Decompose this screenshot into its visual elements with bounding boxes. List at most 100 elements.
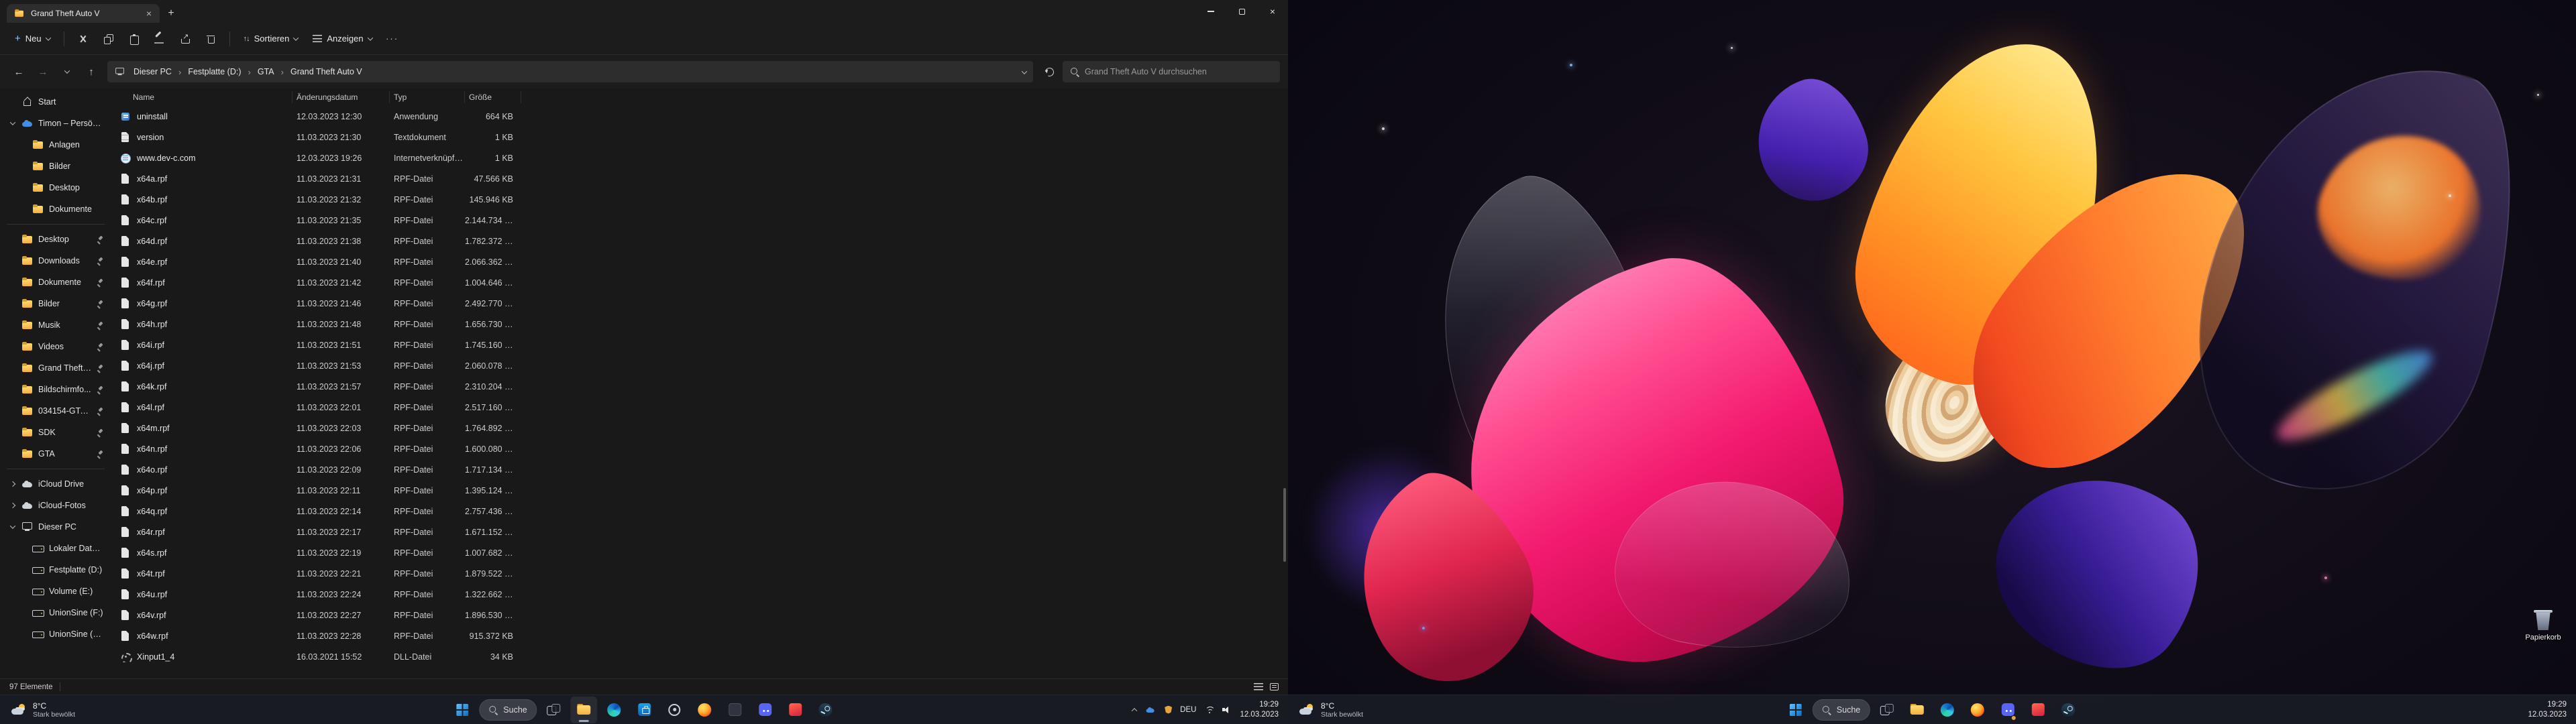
sidebar-item-bildschirmfo[interactable]: Bildschirmfo...: [3, 379, 109, 400]
sidebar-item-timon-pers-n[interactable]: Timon – Persön...: [3, 113, 109, 134]
details-view-button[interactable]: [1254, 683, 1263, 691]
file-row-x64h-rpf[interactable]: x64h.rpf11.03.2023 21:48RPF-Datei1.656.7…: [117, 314, 1288, 335]
explorer-search-input[interactable]: [1085, 67, 1272, 76]
view-button[interactable]: Anzeigen: [306, 29, 378, 48]
taskbar-app-explorer[interactable]: [571, 697, 598, 723]
breadcrumb-dieser-pc[interactable]: Dieser PC: [129, 64, 176, 79]
sidebar-item-unionsine-f[interactable]: UnionSine (F:): [3, 602, 109, 623]
file-row-version[interactable]: version11.03.2023 21:30Textdokument1 KB: [117, 127, 1288, 147]
file-row-x64w-rpf[interactable]: x64w.rpf11.03.2023 22:28RPF-Datei915.372…: [117, 625, 1288, 646]
taskbar-clock[interactable]: 19:29 12.03.2023: [1240, 700, 1279, 720]
start-button[interactable]: [1782, 697, 1809, 723]
file-row-x64a-rpf[interactable]: x64a.rpf11.03.2023 21:31RPF-Datei47.566 …: [117, 168, 1288, 189]
taskbar-app-task-view[interactable]: [541, 697, 568, 723]
share-button[interactable]: [173, 27, 197, 51]
chevron-down-icon[interactable]: [8, 525, 17, 529]
file-row-x64g-rpf[interactable]: x64g.rpf11.03.2023 21:46RPF-Datei2.492.7…: [117, 293, 1288, 314]
sidebar-item-grand-theft[interactable]: Grand Theft ...: [3, 357, 109, 379]
file-row-x64d-rpf[interactable]: x64d.rpf11.03.2023 21:38RPF-Datei1.782.3…: [117, 231, 1288, 251]
file-row-x64q-rpf[interactable]: x64q.rpf11.03.2023 22:14RPF-Datei2.757.4…: [117, 501, 1288, 522]
file-row-x64j-rpf[interactable]: x64j.rpf11.03.2023 21:53RPF-Datei2.060.0…: [117, 355, 1288, 376]
file-row-x64m-rpf[interactable]: x64m.rpf11.03.2023 22:03RPF-Datei1.764.8…: [117, 418, 1288, 438]
taskbar-app-task-view[interactable]: [1874, 697, 1900, 723]
taskbar-weather[interactable]: 8°C Stark bewölkt: [1295, 700, 1367, 720]
onedrive-tray-icon[interactable]: [1146, 705, 1155, 714]
back-button[interactable]: ←: [8, 61, 30, 82]
address-bar[interactable]: Dieser PC›Festplatte (D:)›GTA›Grand Thef…: [107, 61, 1033, 82]
recycle-bin[interactable]: Papierkorb: [2521, 609, 2565, 642]
address-dropdown-button[interactable]: [1022, 67, 1026, 76]
breadcrumb-grand-theft-auto-v[interactable]: Grand Theft Auto V: [286, 64, 367, 79]
close-button[interactable]: ×: [1257, 0, 1288, 23]
recent-locations-button[interactable]: [56, 61, 78, 82]
security-tray-icon[interactable]: [1165, 706, 1172, 714]
taskbar-app-settings[interactable]: [661, 697, 688, 723]
taskbar-clock[interactable]: 19:29 12.03.2023: [2528, 700, 2567, 720]
file-row-www-dev-c-com[interactable]: www.dev-c.com12.03.2023 19:26Internetver…: [117, 147, 1288, 168]
tab-close-icon[interactable]: ×: [145, 8, 153, 19]
new-button[interactable]: + Neu: [8, 28, 57, 49]
file-row-x64s-rpf[interactable]: x64s.rpf11.03.2023 22:19RPF-Datei1.007.6…: [117, 542, 1288, 563]
file-row-x64e-rpf[interactable]: x64e.rpf11.03.2023 21:40RPF-Datei2.066.3…: [117, 251, 1288, 272]
sidebar-item-bilder[interactable]: Bilder: [3, 293, 109, 314]
explorer-tab[interactable]: Grand Theft Auto V ×: [7, 4, 160, 23]
taskbar-app-app-dark[interactable]: [722, 697, 749, 723]
refresh-button[interactable]: [1038, 61, 1060, 82]
file-row-x64n-rpf[interactable]: x64n.rpf11.03.2023 22:06RPF-Datei1.600.0…: [117, 438, 1288, 459]
taskbar-app-app-red[interactable]: [782, 697, 809, 723]
chevron-right-icon[interactable]: [8, 482, 17, 486]
breadcrumb-gta[interactable]: GTA: [253, 64, 279, 79]
chevron-right-icon[interactable]: [8, 503, 17, 507]
volume-icon[interactable]: [1222, 706, 1232, 714]
sidebar-item-034154-gta[interactable]: 034154-GTA ...: [3, 400, 109, 422]
sidebar-item-bilder[interactable]: Bilder: [3, 156, 109, 177]
sidebar-item-festplatte-d[interactable]: Festplatte (D:): [3, 559, 109, 581]
sidebar-item-dieser-pc[interactable]: Dieser PC: [3, 516, 109, 538]
sidebar-item-unionsine-g[interactable]: UnionSine (G:): [3, 623, 109, 645]
vertical-scrollbar[interactable]: [1281, 106, 1287, 676]
file-row-x64k-rpf[interactable]: x64k.rpf11.03.2023 21:57RPF-Datei2.310.2…: [117, 376, 1288, 397]
forward-button[interactable]: →: [32, 61, 54, 82]
chevron-down-icon[interactable]: [8, 121, 17, 125]
sidebar-item-musik[interactable]: Musik: [3, 314, 109, 336]
file-row-x64r-rpf[interactable]: x64r.rpf11.03.2023 22:17RPF-Datei1.671.1…: [117, 522, 1288, 542]
paste-button[interactable]: [122, 27, 146, 51]
explorer-search-box[interactable]: [1063, 61, 1280, 82]
taskbar-search[interactable]: Suche: [1813, 699, 1870, 721]
up-button[interactable]: ↑: [80, 61, 102, 82]
sidebar-item-volume-e[interactable]: Volume (E:): [3, 581, 109, 602]
sidebar-item-downloads[interactable]: Downloads: [3, 250, 109, 272]
file-row-x64p-rpf[interactable]: x64p.rpf11.03.2023 22:11RPF-Datei1.395.1…: [117, 480, 1288, 501]
column-header-typ[interactable]: Typ: [390, 91, 465, 103]
file-row-x64f-rpf[interactable]: x64f.rpf11.03.2023 21:42RPF-Datei1.004.6…: [117, 272, 1288, 293]
scrollbar-thumb[interactable]: [1283, 488, 1286, 562]
taskbar-app-edge[interactable]: [1934, 697, 1961, 723]
taskbar-app-firefox[interactable]: [692, 697, 718, 723]
taskbar-search[interactable]: Suche: [479, 699, 537, 721]
taskbar-app-explorer[interactable]: [1904, 697, 1931, 723]
file-row-uninstall[interactable]: uninstall12.03.2023 12:30Anwendung664 KB: [117, 106, 1288, 127]
file-row-x64l-rpf[interactable]: x64l.rpf11.03.2023 22:01RPF-Datei2.517.1…: [117, 397, 1288, 418]
sidebar-item-videos[interactable]: Videos: [3, 336, 109, 357]
rename-button[interactable]: [148, 27, 172, 51]
file-row-x64b-rpf[interactable]: x64b.rpf11.03.2023 21:32RPF-Datei145.946…: [117, 189, 1288, 210]
delete-button[interactable]: [199, 27, 223, 51]
sidebar-item-desktop[interactable]: Desktop: [3, 229, 109, 250]
taskbar-app-steam[interactable]: [2055, 697, 2082, 723]
new-tab-button[interactable]: +: [162, 5, 180, 22]
sidebar-item-icloud-fotos[interactable]: iCloud-Fotos: [3, 495, 109, 516]
sidebar-item-sdk[interactable]: SDK: [3, 422, 109, 443]
sidebar-item-gta[interactable]: GTA: [3, 443, 109, 465]
taskbar-app-store[interactable]: [631, 697, 658, 723]
language-indicator[interactable]: DEU: [1180, 706, 1196, 714]
taskbar-app-firefox[interactable]: [1964, 697, 1991, 723]
file-row-x64o-rpf[interactable]: x64o.rpf11.03.2023 22:09RPF-Datei1.717.1…: [117, 459, 1288, 480]
file-row-x64c-rpf[interactable]: x64c.rpf11.03.2023 21:35RPF-Datei2.144.7…: [117, 210, 1288, 231]
more-options-button[interactable]: ···: [380, 27, 405, 51]
copy-button[interactable]: [97, 27, 121, 51]
title-bar[interactable]: Grand Theft Auto V × + ×: [0, 0, 1288, 23]
hidden-icons-button[interactable]: [1132, 706, 1136, 714]
sidebar-item-icloud-drive[interactable]: iCloud Drive: [3, 473, 109, 495]
taskbar-app-discord[interactable]: [752, 697, 779, 723]
file-row-x64t-rpf[interactable]: x64t.rpf11.03.2023 22:21RPF-Datei1.879.5…: [117, 563, 1288, 584]
